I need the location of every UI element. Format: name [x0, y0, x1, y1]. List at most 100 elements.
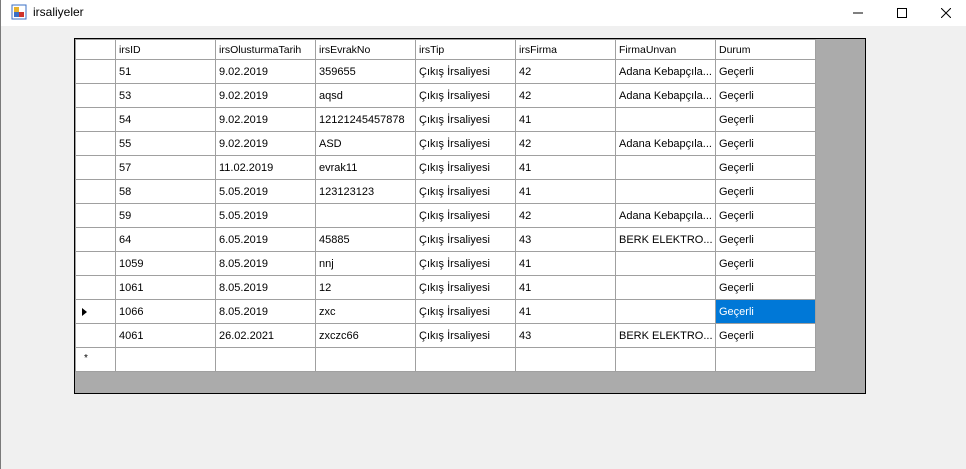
table-cell[interactable]: 1059	[115, 251, 216, 276]
table-cell[interactable]: 41	[515, 275, 616, 300]
table-cell[interactable]: Çıkış İrsaliyesi	[415, 227, 516, 252]
row-header[interactable]	[75, 179, 116, 204]
table-cell[interactable]: 41	[515, 107, 616, 132]
table-cell[interactable]: Geçerli	[715, 179, 816, 204]
table-cell[interactable]: Çıkış İrsaliyesi	[415, 107, 516, 132]
table-cell[interactable]: Geçerli	[715, 323, 816, 348]
column-header[interactable]: irsOlusturmaTarih	[215, 39, 316, 60]
table-cell[interactable]: 8.05.2019	[215, 251, 316, 276]
column-header[interactable]: irsEvrakNo	[315, 39, 416, 60]
table-cell[interactable]	[615, 107, 716, 132]
table-cell[interactable]: Geçerli	[715, 299, 816, 324]
table-cell[interactable]: 359655	[315, 59, 416, 84]
table-cell[interactable]: 41	[515, 299, 616, 324]
table-row[interactable]: 59 5.05.2019 Çıkış İrsaliyesi 42 Adana Kebap…	[75, 203, 816, 228]
row-header[interactable]	[75, 203, 116, 228]
table-cell[interactable]: Çıkış İrsaliyesi	[415, 179, 516, 204]
table-cell[interactable]: Geçerli	[715, 59, 816, 84]
minimize-button[interactable]	[835, 0, 881, 26]
table-cell[interactable]: 9.02.2019	[215, 131, 316, 156]
column-header[interactable]: irsID	[115, 39, 216, 60]
close-button[interactable]	[923, 0, 966, 26]
table-cell[interactable]: 26.02.2021	[215, 323, 316, 348]
table-cell[interactable]: 57	[115, 155, 216, 180]
table-cell[interactable]: BERK ELEKTRO...	[615, 227, 716, 252]
table-cell[interactable]: aqsd	[315, 83, 416, 108]
table-cell[interactable]	[615, 275, 716, 300]
table-cell[interactable]: Adana Kebapçıla...	[615, 203, 716, 228]
row-header[interactable]	[75, 59, 116, 84]
table-row[interactable]: 58 5.05.2019 123123123 Çıkış İrsaliyesi 41 Ge…	[75, 179, 816, 204]
table-cell[interactable]: BERK ELEKTRO...	[615, 323, 716, 348]
table-cell[interactable]: Çıkış İrsaliyesi	[415, 275, 516, 300]
table-row[interactable]: 64 6.05.2019 45885 Çıkış İrsaliyesi 43 BERK E…	[75, 227, 816, 252]
table-cell[interactable]: 5.05.2019	[215, 179, 316, 204]
column-header[interactable]: irsTip	[415, 39, 516, 60]
table-cell[interactable]: 4061	[115, 323, 216, 348]
table-cell[interactable]: Geçerli	[715, 227, 816, 252]
table-cell[interactable]: ASD	[315, 131, 416, 156]
column-header[interactable]: FirmaUnvan	[615, 39, 716, 60]
table-cell[interactable]: nnj	[315, 251, 416, 276]
table-row[interactable]: 54 9.02.2019 12121245457878 Çıkış İrsaliyes…	[75, 107, 816, 132]
table-cell[interactable]: Çıkış İrsaliyesi	[415, 299, 516, 324]
table-cell[interactable]: 9.02.2019	[215, 107, 316, 132]
table-row[interactable]: 1061 8.05.2019 12 Çıkış İrsaliyesi 41 Geçerli	[75, 275, 816, 300]
column-header[interactable]: Durum	[715, 39, 816, 60]
table-cell[interactable]: 12	[315, 275, 416, 300]
data-grid[interactable]: irsID irsOlusturmaTarih irsEvrakNo irsTip ir…	[74, 38, 866, 394]
table-cell[interactable]	[615, 299, 716, 324]
table-row[interactable]: 55 9.02.2019 ASD Çıkış İrsaliyesi 42 Adana Ke…	[75, 131, 816, 156]
table-cell[interactable]: 64	[115, 227, 216, 252]
table-cell[interactable]: Geçerli	[715, 251, 816, 276]
table-cell[interactable]: 1061	[115, 275, 216, 300]
table-cell[interactable]: Adana Kebapçıla...	[615, 83, 716, 108]
table-row[interactable]: 1066 8.05.2019 zxc Çıkış İrsaliyesi 41 Geçerl…	[75, 299, 816, 324]
table-cell[interactable]: 41	[515, 251, 616, 276]
header-corner[interactable]	[75, 39, 116, 60]
table-row[interactable]: 1059 8.05.2019 nnj Çıkış İrsaliyesi 41 Geçerl…	[75, 251, 816, 276]
row-header[interactable]	[75, 131, 116, 156]
table-cell[interactable]: 53	[115, 83, 216, 108]
table-cell[interactable]: Adana Kebapçıla...	[615, 131, 716, 156]
table-cell[interactable]: 41	[515, 179, 616, 204]
new-row[interactable]: *	[75, 347, 816, 372]
table-cell[interactable]: 58	[115, 179, 216, 204]
table-cell[interactable]: 11.02.2019	[215, 155, 316, 180]
column-header[interactable]: irsFirma	[515, 39, 616, 60]
table-cell[interactable]: Geçerli	[715, 83, 816, 108]
table-cell[interactable]: Çıkış İrsaliyesi	[415, 155, 516, 180]
table-cell[interactable]: 9.02.2019	[215, 59, 316, 84]
table-cell[interactable]: 123123123	[315, 179, 416, 204]
table-row[interactable]: 57 11.02.2019 evrak11 Çıkış İrsaliyesi 41 Geç…	[75, 155, 816, 180]
table-cell[interactable]: 42	[515, 59, 616, 84]
table-cell[interactable]	[615, 347, 716, 372]
table-cell[interactable]: 43	[515, 323, 616, 348]
table-cell[interactable]: Geçerli	[715, 107, 816, 132]
table-cell[interactable]: 42	[515, 83, 616, 108]
table-cell[interactable]: Geçerli	[715, 275, 816, 300]
row-header[interactable]: *	[75, 347, 116, 372]
table-cell[interactable]: evrak11	[315, 155, 416, 180]
table-cell[interactable]: 42	[515, 131, 616, 156]
table-cell[interactable]: zxczc66	[315, 323, 416, 348]
table-cell[interactable]: 43	[515, 227, 616, 252]
table-cell[interactable]	[615, 251, 716, 276]
table-row[interactable]: 4061 26.02.2021 zxczc66 Çıkış İrsaliyesi 43 B…	[75, 323, 816, 348]
table-cell[interactable]: 8.05.2019	[215, 275, 316, 300]
table-cell[interactable]: 6.05.2019	[215, 227, 316, 252]
table-cell[interactable]: Geçerli	[715, 203, 816, 228]
row-header[interactable]	[75, 107, 116, 132]
row-header[interactable]	[75, 155, 116, 180]
table-row[interactable]: 51 9.02.2019 359655 Çıkış İrsaliyesi 42 Adana…	[75, 59, 816, 84]
table-cell[interactable]: Çıkış İrsaliyesi	[415, 323, 516, 348]
table-cell[interactable]: Çıkış İrsaliyesi	[415, 83, 516, 108]
table-cell[interactable]	[715, 347, 816, 372]
table-cell[interactable]	[215, 347, 316, 372]
table-cell[interactable]: Çıkış İrsaliyesi	[415, 131, 516, 156]
table-cell[interactable]: 5.05.2019	[215, 203, 316, 228]
table-cell[interactable]	[615, 155, 716, 180]
table-cell[interactable]: 42	[515, 203, 616, 228]
table-cell[interactable]: zxc	[315, 299, 416, 324]
table-cell[interactable]	[515, 347, 616, 372]
